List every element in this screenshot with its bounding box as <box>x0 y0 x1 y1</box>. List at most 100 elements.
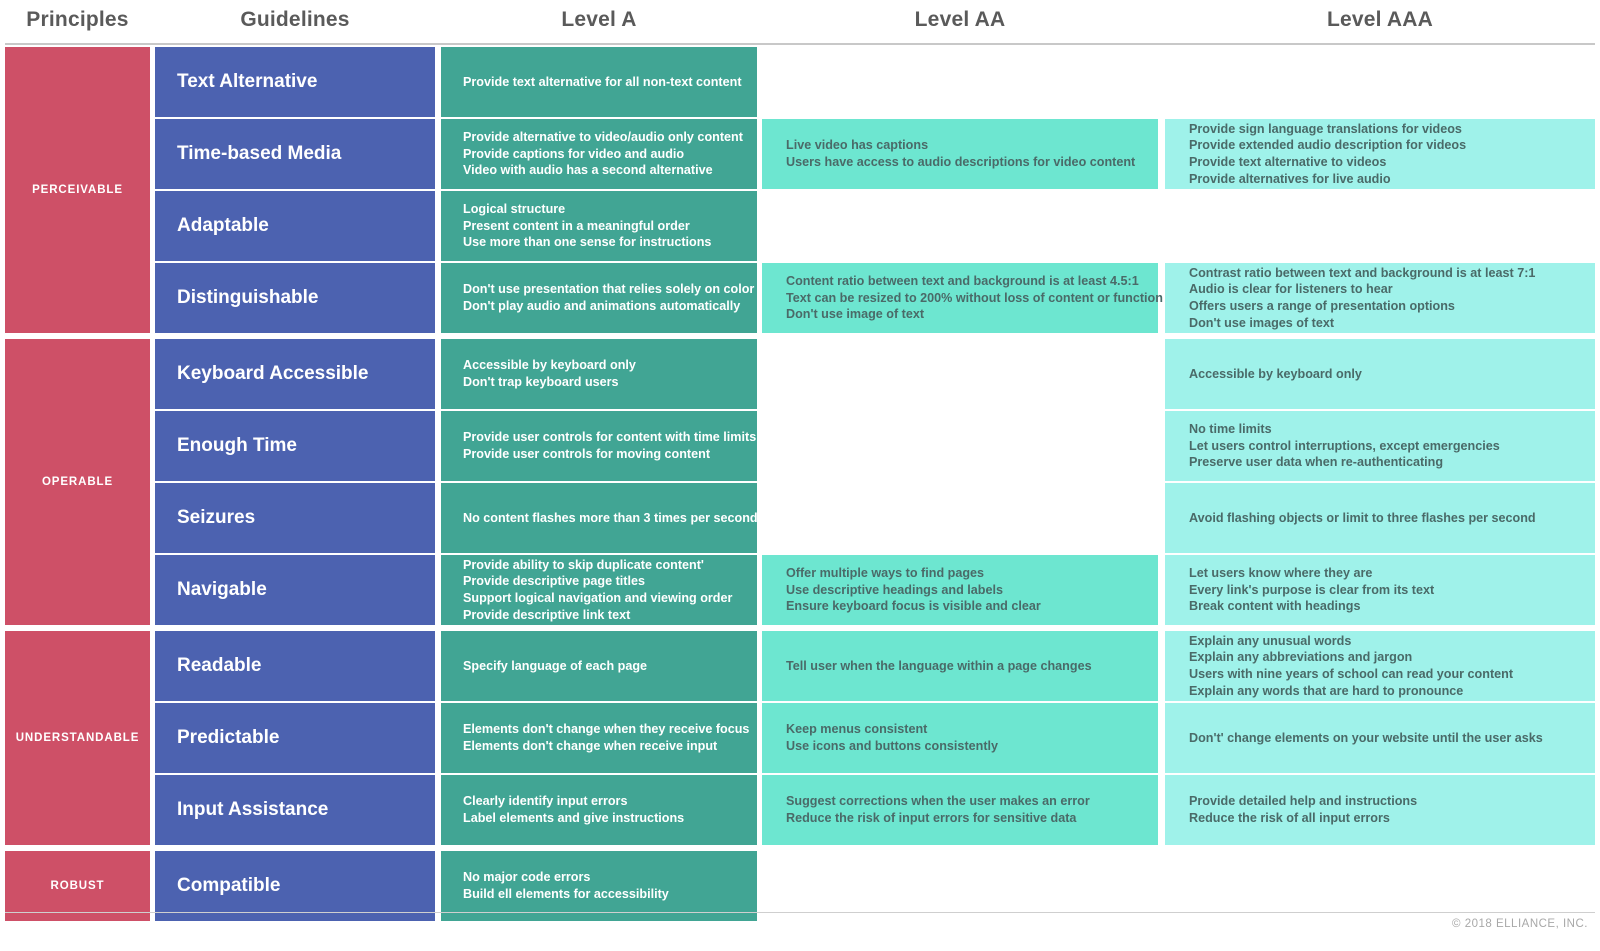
column-header-level-aa: Level AA <box>914 8 1006 31</box>
column-header-level-aaa: Level AAA <box>1326 8 1434 31</box>
level-aa-cell[interactable]: Tell user when the language within a pag… <box>762 631 1158 701</box>
guideline-cell[interactable]: Seizures <box>155 483 435 553</box>
criterion-item: Provide user controls for moving content <box>463 447 711 461</box>
criterion-item: Suggest corrections when the user makes … <box>786 794 1090 809</box>
level-a-cell[interactable]: Specify language of each page <box>441 631 757 701</box>
criterion-item: Keep menus consistent <box>786 722 928 737</box>
footer-divider <box>5 912 1595 913</box>
principle-cell[interactable]: PERCEIVABLE <box>5 47 150 333</box>
principle-cell[interactable]: OPERABLE <box>5 339 150 625</box>
principle-cell[interactable]: ROBUST <box>5 851 150 921</box>
level-aa-cell <box>762 47 1158 117</box>
criterion-item: Elements don't change when receive input <box>463 739 718 753</box>
level-aaa-cell[interactable]: Don't' change elements on your website u… <box>1165 703 1595 773</box>
criterion-item: Elements don't change when they receive … <box>463 722 750 737</box>
level-a-cell[interactable]: Provide alternative to video/audio only … <box>441 119 757 189</box>
wcag-matrix: Principles Guidelines Level A Level AA L… <box>0 0 1600 951</box>
level-aa-cell[interactable]: Live video has captions Users have access… <box>762 119 1158 189</box>
criterion-item: Don't use images of text <box>1189 315 1335 330</box>
guideline-cell[interactable]: Compatible <box>155 851 435 921</box>
level-aa-cell <box>762 339 1158 409</box>
guideline-cell[interactable]: Input Assistance <box>155 775 435 845</box>
criterion-item: Explain any words that are hard to prono… <box>1189 683 1464 698</box>
criterion-item: Don't' change elements on your website u… <box>1189 730 1543 745</box>
guideline-cell[interactable]: Distinguishable <box>155 263 435 333</box>
guideline-cell[interactable]: Predictable <box>155 703 435 773</box>
principle-group: PERCEIVABLE Text Alternative Provide text … <box>0 47 1600 333</box>
criterion-item: Text can be resized to 200% without loss… <box>786 290 1163 305</box>
level-aaa-cell[interactable]: Explain any unusual words Explain any abb… <box>1165 631 1595 701</box>
level-aa-cell[interactable]: Content ratio between text and backgroun… <box>762 263 1163 333</box>
level-a-cell[interactable]: Accessible by keyboard only Don't trap ke… <box>441 339 757 409</box>
guideline-cell[interactable]: Time-based Media <box>155 119 435 189</box>
level-aaa-cell <box>1165 191 1595 261</box>
criterion-item: Reduce the risk of all input errors <box>1189 811 1390 825</box>
level-aaa-cell[interactable]: No time limits Let users control interrup… <box>1165 411 1595 481</box>
criterion-item: Support logical navigation and viewing o… <box>463 591 733 605</box>
criterion-item: Provide descriptive page titles <box>463 574 645 589</box>
level-aaa-cell[interactable]: Provide sign language translations for v… <box>1165 119 1595 189</box>
criterion-item: Accessible by keyboard only <box>463 358 636 373</box>
criterion-item: Tell user when the language within a pag… <box>786 658 1092 673</box>
criterion-item: Explain any unusual words <box>1189 633 1352 648</box>
criterion-item: Users have access to audio descriptions … <box>786 155 1136 169</box>
level-aaa-cell[interactable]: Avoid flashing objects or limit to three… <box>1165 483 1595 553</box>
guideline-cell[interactable]: Keyboard Accessible <box>155 339 435 409</box>
principle-group: ROBUST Compatible No major code errors Buil… <box>0 851 1600 921</box>
level-aa-cell <box>762 483 1158 553</box>
guideline-cell[interactable]: Text Alternative <box>155 47 435 117</box>
criterion-item: Audio is clear for listeners to hear <box>1189 282 1393 297</box>
guideline-cell[interactable]: Navigable <box>155 555 435 625</box>
criterion-item: Avoid flashing objects or limit to three… <box>1189 510 1536 525</box>
principle-cell[interactable]: UNDERSTANDABLE <box>5 631 150 845</box>
criterion-item: Provide alternatives for live audio <box>1189 171 1391 186</box>
criterion-item: Don't play audio and animations automati… <box>463 299 741 313</box>
criterion-item: Preserve user data when re-authenticatin… <box>1189 455 1444 470</box>
footer-copyright: © 2018 ELLIANCE, INC. <box>1452 918 1588 930</box>
level-aa-cell <box>762 851 1158 921</box>
criterion-item: Logical structure <box>463 202 566 217</box>
criterion-item: Don't use presentation that relies solel… <box>463 282 755 297</box>
level-a-cell[interactable]: Logical structure Present content in a me… <box>441 191 757 261</box>
criterion-item: Clearly identify input errors <box>463 794 628 809</box>
level-aa-cell[interactable]: Keep menus consistent Use icons and butto… <box>762 703 1158 773</box>
level-a-cell[interactable]: Clearly identify input errors Label eleme… <box>441 775 757 845</box>
criterion-item: Provide ability to skip duplicate conten… <box>463 557 704 572</box>
level-aa-cell[interactable]: Suggest corrections when the user makes … <box>762 775 1158 845</box>
criterion-item: Don't trap keyboard users <box>463 375 619 389</box>
column-header-level-a: Level A <box>561 8 637 31</box>
criterion-item: Use descriptive headings and labels <box>786 582 1003 597</box>
level-aa-cell <box>762 191 1158 261</box>
level-aaa-cell <box>1165 851 1595 921</box>
criterion-item: No time limits <box>1189 422 1272 437</box>
level-a-cell[interactable]: Provide ability to skip duplicate conten… <box>441 555 757 625</box>
criterion-item: Let users control interruptions, except … <box>1189 438 1500 453</box>
guideline-cell[interactable]: Enough Time <box>155 411 435 481</box>
level-aaa-cell[interactable]: Contrast ratio between text and backgrou… <box>1165 263 1595 333</box>
criterion-item: Provide alternative to video/audio only … <box>463 130 743 145</box>
criterion-item: Provide descriptive link text <box>463 607 631 622</box>
level-a-cell[interactable]: No content flashes more than 3 times per… <box>441 483 758 553</box>
level-aaa-cell[interactable]: Let users know where they are Every link'… <box>1165 555 1595 625</box>
criterion-item: No content flashes more than 3 times per… <box>463 510 758 525</box>
level-aaa-cell[interactable]: Accessible by keyboard only <box>1165 339 1595 409</box>
level-a-cell[interactable]: Provide text alternative for all non-tex… <box>441 47 757 117</box>
criterion-item: Content ratio between text and backgroun… <box>786 274 1139 289</box>
criterion-item: Provide captions for video and audio <box>463 146 685 161</box>
criterion-item: Provide text alternative for all non-tex… <box>463 74 742 89</box>
level-aaa-cell[interactable]: Provide detailed help and instructions Re… <box>1165 775 1595 845</box>
level-a-cell[interactable]: Elements don't change when they receive … <box>441 703 757 773</box>
level-a-cell[interactable]: No major code errors Build ell elements f… <box>441 851 757 921</box>
criterion-item: Break content with headings <box>1189 599 1361 614</box>
criterion-item: Don't use image of text <box>786 307 925 322</box>
level-aa-cell[interactable]: Offer multiple ways to find pages Use des… <box>762 555 1158 625</box>
principle-group: OPERABLE Keyboard Accessible Accessible by… <box>0 339 1600 625</box>
criterion-item: Present content in a meaningful order <box>463 218 690 233</box>
guideline-cell[interactable]: Adaptable <box>155 191 435 261</box>
level-a-cell[interactable]: Don't use presentation that relies solel… <box>441 263 757 333</box>
guideline-cell[interactable]: Readable <box>155 631 435 701</box>
criterion-item: Label elements and give instructions <box>463 811 685 825</box>
level-a-cell[interactable]: Provide user controls for content with t… <box>441 411 757 481</box>
criterion-item: Provide text alternative to videos <box>1189 155 1387 169</box>
level-aaa-cell <box>1165 47 1595 117</box>
